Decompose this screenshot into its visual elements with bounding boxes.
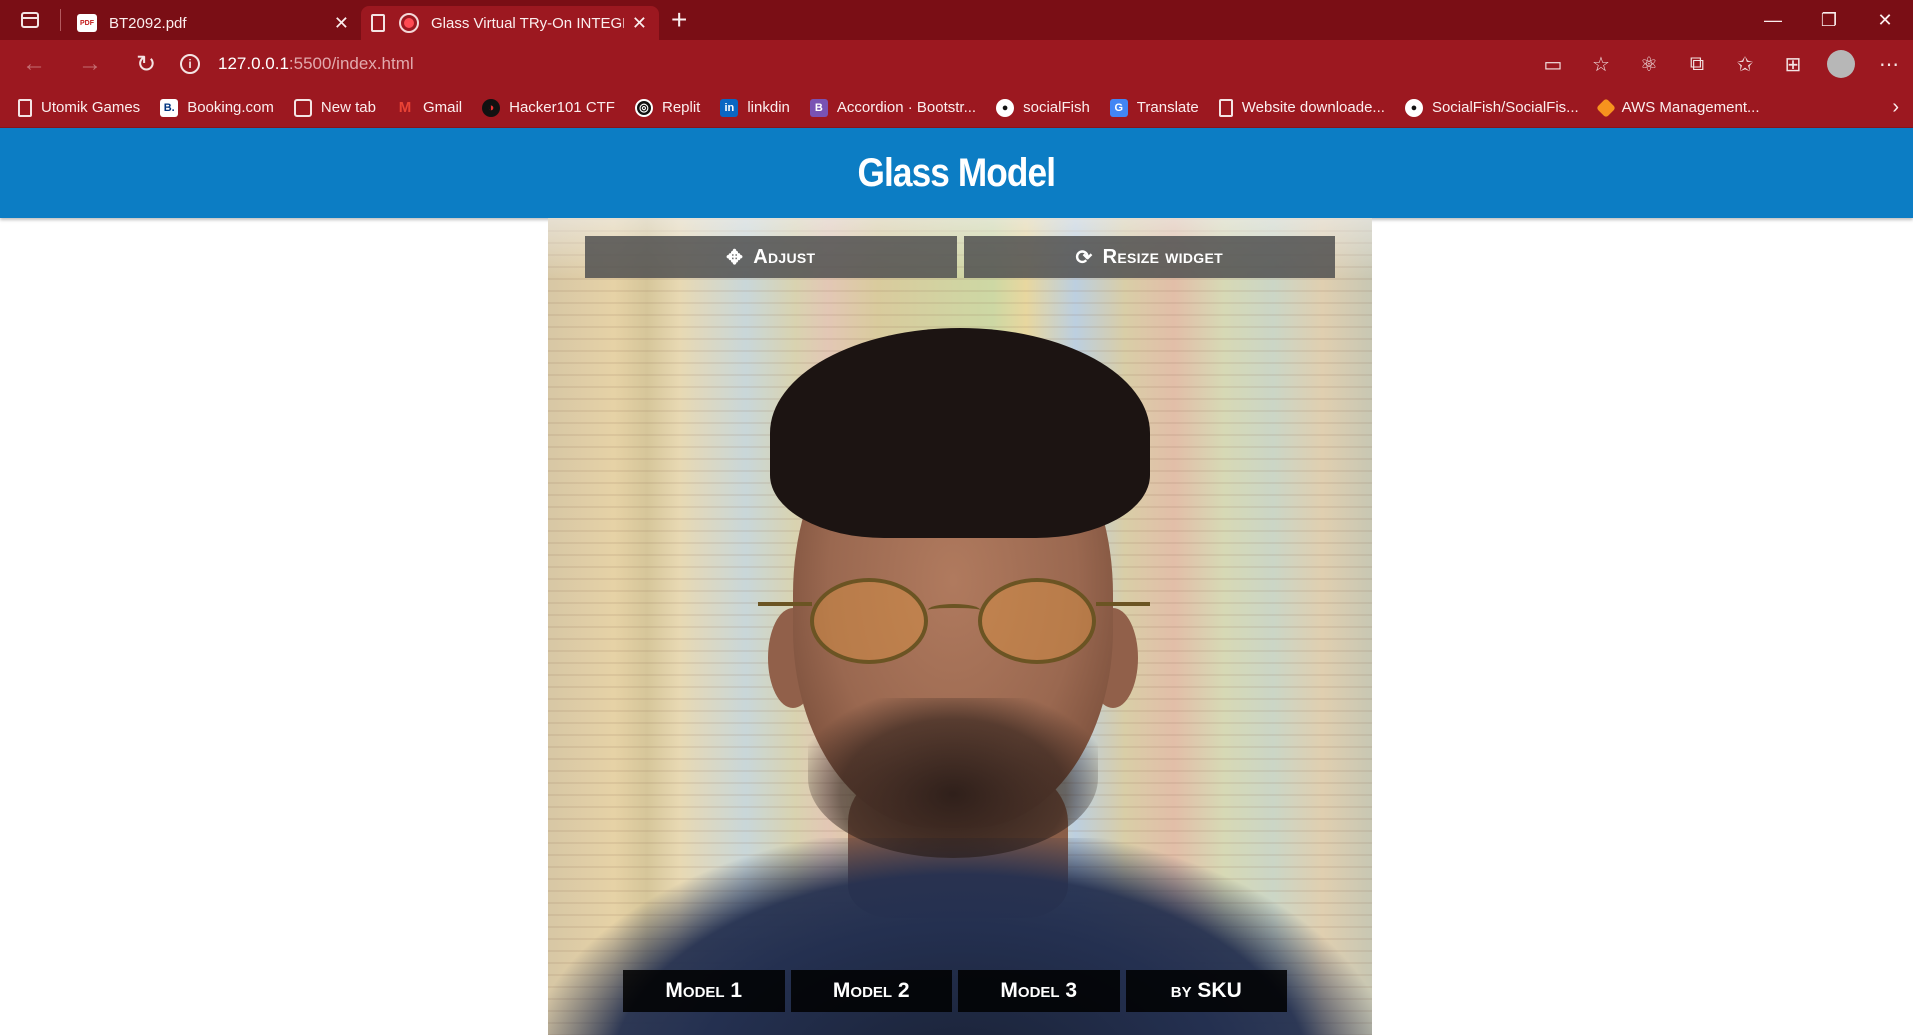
bookmark-item[interactable]: ◑ Hacker101 CTF [482,98,615,117]
back-icon[interactable]: ← [6,40,62,88]
bookmark-item[interactable]: Utomik Games [18,98,141,117]
tab-pdf[interactable]: PDF BT2092.pdf ✕ [67,6,361,40]
reload-icon[interactable]: ↻ [118,40,174,88]
linkedin-icon: in [720,98,739,117]
bookmark-item[interactable]: Website downloade... [1218,98,1385,117]
collections-icon[interactable]: ⊞ [1769,40,1817,88]
browser-tab-strip: PDF BT2092.pdf ✕ Glass Virtual TRy-On IN… [0,0,1913,40]
adjust-label: Adjust [753,245,816,268]
booking-icon: B. [160,98,179,117]
favorites-icon[interactable]: ✩ [1721,40,1769,88]
model-selector: Model 1 Model 2 Model 3 by SKU [623,970,1287,1012]
bookmark-label: Accordion · Bootstr... [836,99,977,116]
bookmarks-bar: Utomik Games B. Booking.com New tab M Gmai… [0,88,1913,128]
bookmark-label: SocialFish/SocialFis... [1431,99,1579,116]
bookmark-label: Website downloade... [1241,99,1385,116]
glasses-bridge [928,604,980,616]
bookmark-item[interactable]: B. Booking.com [160,98,274,117]
page-icon [1218,98,1233,117]
github-icon: ● [996,98,1015,117]
url-field[interactable]: i 127.0.0.1:5500/index.html [180,46,1530,82]
camera-icon[interactable]: ▭ [1529,40,1577,88]
github-icon: ● [1404,98,1423,117]
bookmark-item[interactable]: AWS Management... [1595,97,1760,118]
virtual-glasses-overlay [758,578,1150,668]
more-icon[interactable]: ⋯ [1865,40,1913,88]
app-header: Glass Model [0,128,1913,218]
widget-top-controls: ✥ Adjust ⟳ Resize widget [585,236,1335,278]
bookmark-label: Replit [661,99,701,116]
model-1-button[interactable]: Model 1 [623,970,785,1012]
site-info-icon[interactable]: i [180,54,200,74]
by-sku-button[interactable]: by SKU [1125,970,1287,1012]
new-tab-icon [293,98,312,117]
recording-icon [399,13,419,33]
glasses-arm-right [1096,602,1150,606]
tab-title: BT2092.pdf [109,14,187,32]
pdf-icon: PDF [77,14,97,32]
page-icon [18,98,32,117]
bookmark-item[interactable]: ● socialFish [996,98,1090,117]
profile-avatar[interactable] [1827,50,1855,78]
tryon-widget: ✥ Adjust ⟳ Resize widget Model 1 Model 2… [548,218,1372,1035]
adjust-button[interactable]: ✥ Adjust [585,236,957,278]
page-title: Glass Model [857,150,1057,195]
bookmark-item[interactable]: M Gmail [396,99,462,117]
url-host: 127.0.0.1 [218,54,289,73]
close-window-icon[interactable]: ✕ [1857,0,1913,40]
close-tab-icon[interactable]: ✕ [632,13,647,34]
bookmark-label: AWS Management... [1621,99,1760,116]
bookmark-item[interactable]: ◎ Replit [634,98,701,117]
aws-icon [1595,97,1616,118]
window-controls: — ❐ ✕ [1745,0,1913,40]
glasses-lens-left [810,578,928,664]
minimize-icon[interactable]: — [1745,0,1801,40]
refresh-icon: ⟳ [1075,246,1093,269]
extensions-icon[interactable]: ⧉ [1673,40,1721,88]
bookmark-label: Hacker101 CTF [509,99,615,116]
close-tab-icon[interactable]: ✕ [334,13,349,34]
forward-icon[interactable]: → [62,40,118,88]
bookmark-item[interactable]: New tab [293,98,376,117]
hacker101-icon: ◑ [482,98,501,117]
bookmark-item[interactable]: ● SocialFish/SocialFis... [1404,98,1579,117]
glasses-arm-left [758,602,812,606]
address-bar: ← → ↻ i 127.0.0.1:5500/index.html ▭ ☆ ⚛ … [0,40,1913,88]
bookmark-label: Translate [1136,99,1199,116]
bookmark-label: linkdin [747,99,790,116]
bookmark-label: Utomik Games [41,99,141,116]
toolbar-actions: ▭ ☆ ⚛ ⧉ ✩ ⊞ ⋯ [1529,40,1913,88]
tab-actions-icon [21,12,39,28]
new-tab-button[interactable]: + [671,4,687,36]
bookmark-label: Booking.com [187,99,274,116]
react-devtools-icon[interactable]: ⚛ [1625,40,1673,88]
bootstrap-icon: B [809,98,828,117]
resize-label: Resize widget [1102,245,1223,268]
move-icon: ✥ [726,246,744,269]
model-3-button[interactable]: Model 3 [958,970,1120,1012]
tab-actions-button[interactable] [0,0,60,40]
translate-icon: G [1109,98,1128,117]
bookmark-item[interactable]: B Accordion · Bootstr... [809,98,977,117]
add-favorite-icon[interactable]: ☆ [1577,40,1625,88]
bookmark-item[interactable]: in linkdin [720,98,790,117]
tab-active[interactable]: Glass Virtual TRy-On INTEGRATION ✕ [361,6,659,40]
restore-icon[interactable]: ❐ [1801,0,1857,40]
bookmark-item[interactable]: G Translate [1109,98,1199,117]
bookmark-label: Gmail [422,99,463,116]
chevron-right-icon[interactable]: › [1892,96,1899,119]
gmail-icon: M [398,99,412,116]
model-2-button[interactable]: Model 2 [790,970,952,1012]
glasses-lens-right [978,578,1096,664]
page-icon [371,14,385,32]
tab-title: Glass Virtual TRy-On INTEGRATION [431,14,624,32]
person-hair [770,328,1150,538]
bookmark-label: New tab [320,99,376,116]
resize-widget-button[interactable]: ⟳ Resize widget [963,236,1335,278]
person-beard [808,698,1098,858]
tab-separator [60,9,61,31]
replit-icon: ◎ [634,98,653,117]
bookmark-label: socialFish [1023,99,1090,116]
url-path: :5500/index.html [288,54,414,73]
